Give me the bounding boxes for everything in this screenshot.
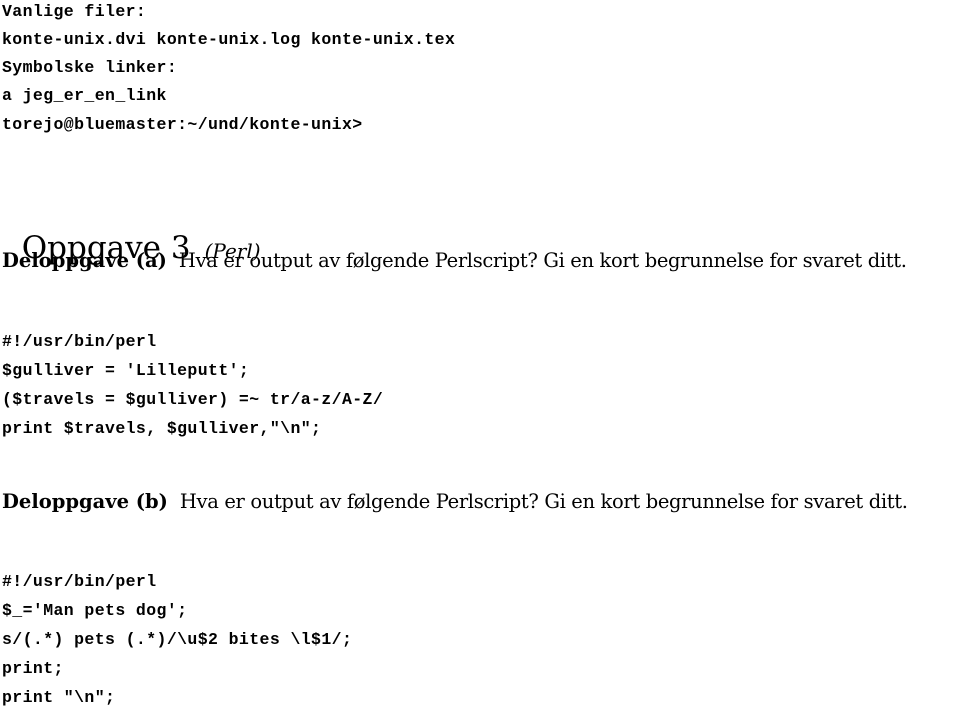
code-line: #!/usr/bin/perl xyxy=(2,332,157,351)
code-line: print "\n"; xyxy=(2,688,116,707)
subtask-a-text: Hva er output av følgende Perlscript? Gi… xyxy=(178,249,907,272)
code-line: $_='Man pets dog'; xyxy=(2,601,188,620)
terminal-line: a jeg_er_en_link xyxy=(2,86,167,105)
subtask-a-question: Deloppgave (a) Hva er output av følgende … xyxy=(2,246,957,276)
terminal-prompt: torejo@bluemaster:~/und/konte-unix> xyxy=(2,115,363,134)
code-line: s/(.*) pets (.*)/\u$2 bites \l$1/; xyxy=(2,630,353,649)
code-line: ($travels = $gulliver) =~ tr/a-z/A-Z/ xyxy=(2,390,384,409)
code-line: #!/usr/bin/perl xyxy=(2,572,157,591)
terminal-line: Vanlige filer: xyxy=(2,2,147,21)
code-line: print; xyxy=(2,659,64,678)
subtask-b-question: Deloppgave (b) Hva er output av følgende … xyxy=(2,487,957,517)
terminal-line: konte-unix.dvi konte-unix.log konte-unix… xyxy=(2,30,456,49)
terminal-line: Symbolske linker: xyxy=(2,58,178,77)
subtask-b-text: Hva er output av følgende Perlscript? Gi… xyxy=(179,490,908,513)
code-line: print $travels, $gulliver,"\n"; xyxy=(2,419,322,438)
subtask-a-label: Deloppgave (a) xyxy=(2,249,167,272)
code-line: $gulliver = 'Lilleputt'; xyxy=(2,361,250,380)
subtask-b-label: Deloppgave (b) xyxy=(2,490,168,513)
